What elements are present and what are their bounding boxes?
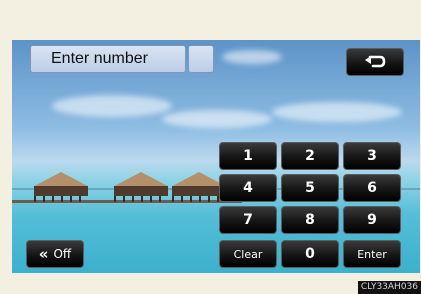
- back-button[interactable]: [346, 48, 404, 76]
- figure-code: CLY33AH036: [357, 281, 421, 294]
- key-8[interactable]: 8: [281, 206, 339, 234]
- cloud: [222, 50, 282, 64]
- number-entry-label: Enter number: [51, 50, 148, 67]
- cloud: [52, 95, 172, 117]
- enter-label: Enter: [357, 247, 387, 261]
- cloud: [162, 110, 272, 128]
- key-2[interactable]: 2: [281, 142, 339, 170]
- key-5-label: 5: [305, 180, 315, 196]
- clear-button[interactable]: Clear: [219, 240, 277, 268]
- key-7-label: 7: [243, 212, 253, 228]
- number-entry-value-box[interactable]: [188, 45, 214, 73]
- key-6[interactable]: 6: [343, 174, 401, 202]
- page: Enter number 1 2 3 4 5 6 7 8 9 Clear 0 E…: [0, 0, 421, 294]
- number-entry-field[interactable]: Enter number: [30, 45, 186, 73]
- double-chevron-left-icon: «: [38, 245, 49, 263]
- back-arrow-icon: [365, 55, 386, 68]
- key-9-label: 9: [367, 212, 377, 228]
- cloud: [272, 102, 402, 122]
- key-0-label: 0: [305, 246, 315, 262]
- key-7[interactable]: 7: [219, 206, 277, 234]
- key-1-label: 1: [243, 148, 253, 164]
- key-6-label: 6: [367, 180, 377, 196]
- water-bungalow: [26, 172, 96, 202]
- clear-label: Clear: [233, 247, 263, 261]
- key-9[interactable]: 9: [343, 206, 401, 234]
- enter-button[interactable]: Enter: [343, 240, 401, 268]
- keypad-off-button[interactable]: « Off: [26, 240, 84, 268]
- off-label: Off: [53, 247, 72, 261]
- key-4[interactable]: 4: [219, 174, 277, 202]
- key-0[interactable]: 0: [281, 240, 339, 268]
- key-3-label: 3: [367, 148, 377, 164]
- key-5[interactable]: 5: [281, 174, 339, 202]
- key-2-label: 2: [305, 148, 315, 164]
- key-8-label: 8: [305, 212, 315, 228]
- key-1[interactable]: 1: [219, 142, 277, 170]
- display-screen: Enter number 1 2 3 4 5 6 7 8 9 Clear 0 E…: [12, 40, 420, 273]
- key-4-label: 4: [243, 180, 253, 196]
- key-3[interactable]: 3: [343, 142, 401, 170]
